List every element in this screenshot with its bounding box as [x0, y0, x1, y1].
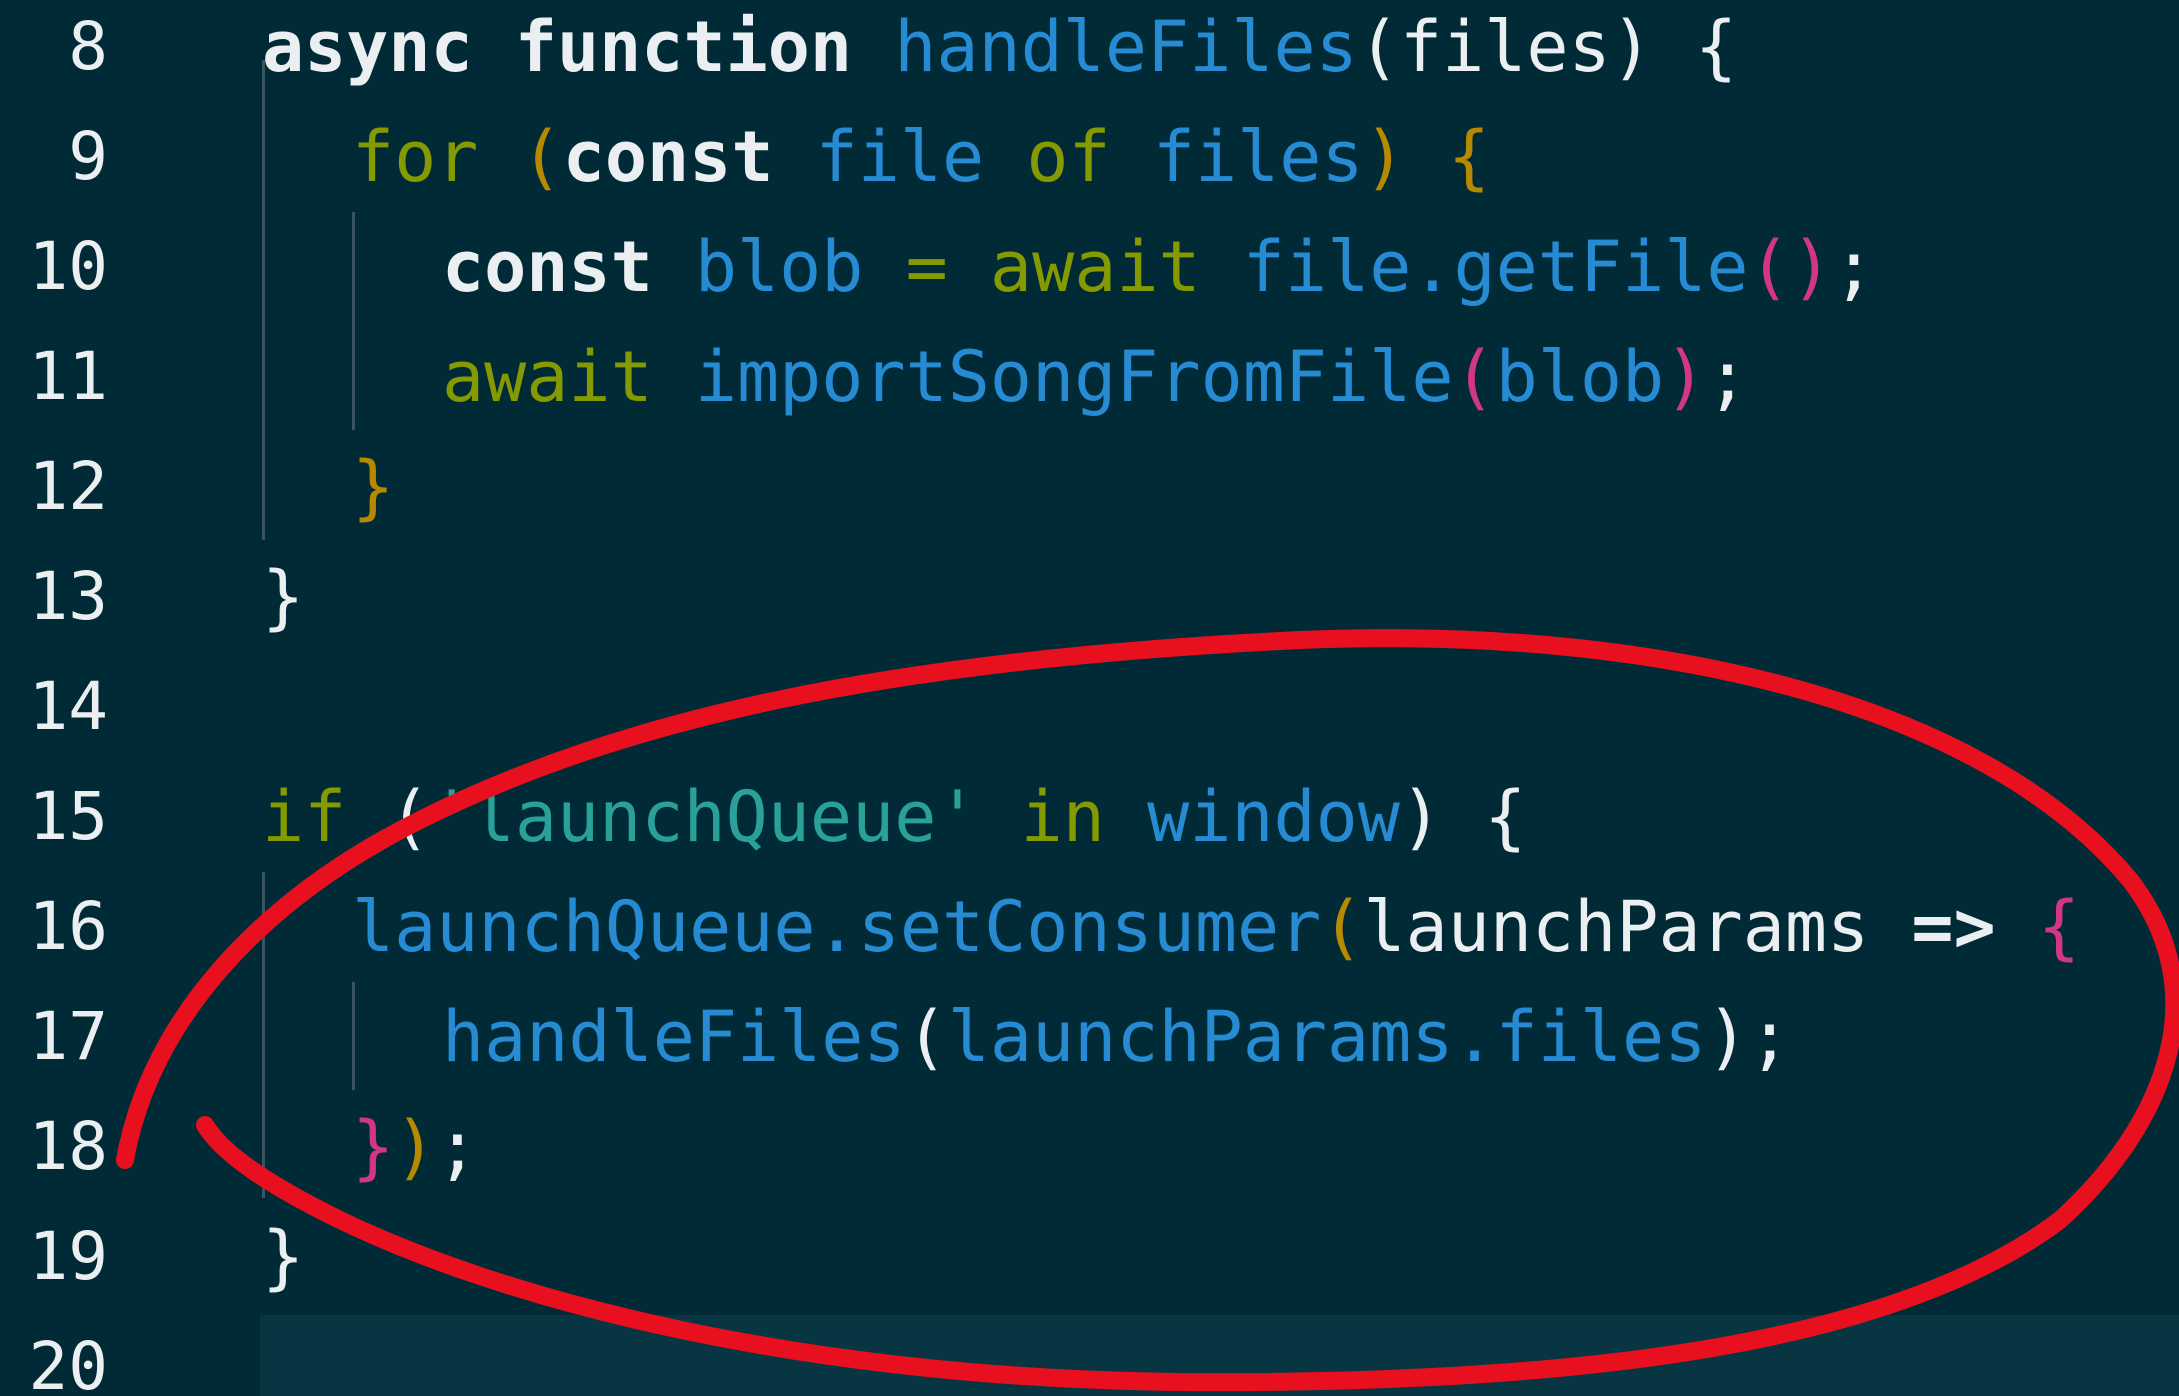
line-number: 14	[28, 668, 108, 745]
semicolon: ;	[436, 1106, 479, 1188]
parameter: launchParams	[1363, 886, 1870, 968]
code-line-17[interactable]: handleFiles(launchParams.files);	[442, 982, 1791, 1092]
indent-guide	[262, 60, 265, 540]
line-number: 20	[28, 1328, 108, 1396]
keyword-await: await	[442, 336, 653, 418]
function-call: importSongFromFile	[694, 336, 1454, 418]
function-call: handleFiles	[442, 996, 906, 1078]
indent-guide	[352, 982, 355, 1090]
argument: blob	[1495, 336, 1665, 418]
code-line-19[interactable]: }	[262, 1202, 304, 1312]
indent-guide	[352, 212, 355, 430]
line-number: 13	[28, 558, 108, 635]
brace: }	[262, 1216, 305, 1298]
keyword-for: for	[352, 116, 479, 198]
semicolon: ;	[1832, 226, 1875, 308]
line-number: 18	[28, 1108, 108, 1185]
variable: file	[815, 116, 985, 198]
paren: ()	[1748, 226, 1833, 308]
indent-guide	[262, 872, 265, 1198]
code-line-10[interactable]: const blob = await file.getFile();	[442, 212, 1875, 322]
paren: )	[1363, 116, 1406, 198]
keyword-const: const	[442, 226, 653, 308]
paren: )	[1664, 336, 1707, 418]
paren: (	[1321, 886, 1364, 968]
keyword-if: if	[262, 776, 347, 858]
variable: blob	[694, 226, 864, 308]
paren: (	[1453, 336, 1496, 418]
code-line-16[interactable]: launchQueue.setConsumer(launchParams => …	[352, 872, 2080, 982]
paren: (	[388, 776, 431, 858]
parameter: files	[1399, 6, 1611, 88]
keyword-const: const	[562, 116, 774, 198]
paren: (	[1357, 6, 1400, 88]
brace: }	[352, 1106, 395, 1188]
variable: files	[1152, 116, 1364, 198]
semicolon: ;	[1706, 336, 1749, 418]
brace: {	[2037, 886, 2080, 968]
line-number: 16	[28, 888, 108, 965]
argument: launchParams.files	[947, 996, 1707, 1078]
keyword-in: in	[1020, 776, 1105, 858]
paren: )	[394, 1106, 437, 1188]
arrow-operator: =>	[1911, 886, 1996, 968]
brace: }	[352, 446, 395, 528]
line-number: 15	[28, 778, 108, 855]
string-literal: 'launchQueue'	[430, 776, 979, 858]
code-line-12[interactable]: }	[352, 432, 394, 542]
line-number-gutter: 8 9 10 11 12 13 14 15 16 17 18 19 20	[0, 0, 120, 1396]
paren: (	[520, 116, 563, 198]
keyword-function: function	[514, 6, 853, 88]
method-call: file.getFile	[1242, 226, 1749, 308]
code-line-15[interactable]: if ('launchQueue' in window) {	[262, 762, 1526, 872]
line-number: 17	[28, 998, 108, 1075]
code-line-18[interactable]: });	[352, 1092, 478, 1202]
line-number: 9	[68, 118, 108, 195]
keyword-async: async	[262, 6, 473, 88]
line-number: 12	[28, 448, 108, 525]
current-line-highlight	[260, 1315, 2179, 1396]
code-line-8[interactable]: async function handleFiles(files) {	[262, 0, 1737, 102]
line-number: 8	[68, 8, 108, 85]
keyword-of: of	[1026, 116, 1111, 198]
keyword-await: await	[989, 226, 1201, 308]
brace: {	[1484, 776, 1527, 858]
function-name: handleFiles	[894, 6, 1358, 88]
identifier: window	[1147, 776, 1400, 858]
code-line-11[interactable]: await importSongFromFile(blob);	[442, 322, 1749, 432]
code-line-9[interactable]: for (const file of files) {	[352, 102, 1490, 212]
line-number: 19	[28, 1218, 108, 1295]
operator: =	[905, 226, 948, 308]
line-number: 10	[28, 228, 108, 305]
code-line-13[interactable]: }	[262, 542, 304, 652]
method-call: launchQueue.setConsumer	[352, 886, 1322, 968]
paren: )	[1706, 996, 1749, 1078]
brace: }	[262, 556, 305, 638]
brace: {	[1694, 6, 1738, 88]
brace: {	[1447, 116, 1490, 198]
paren: )	[1610, 6, 1653, 88]
line-number: 11	[28, 338, 108, 415]
semicolon: ;	[1748, 996, 1791, 1078]
paren: )	[1399, 776, 1443, 858]
code-editor[interactable]: 8 9 10 11 12 13 14 15 16 17 18 19 20 asy…	[0, 0, 2179, 1396]
paren: (	[905, 996, 948, 1078]
